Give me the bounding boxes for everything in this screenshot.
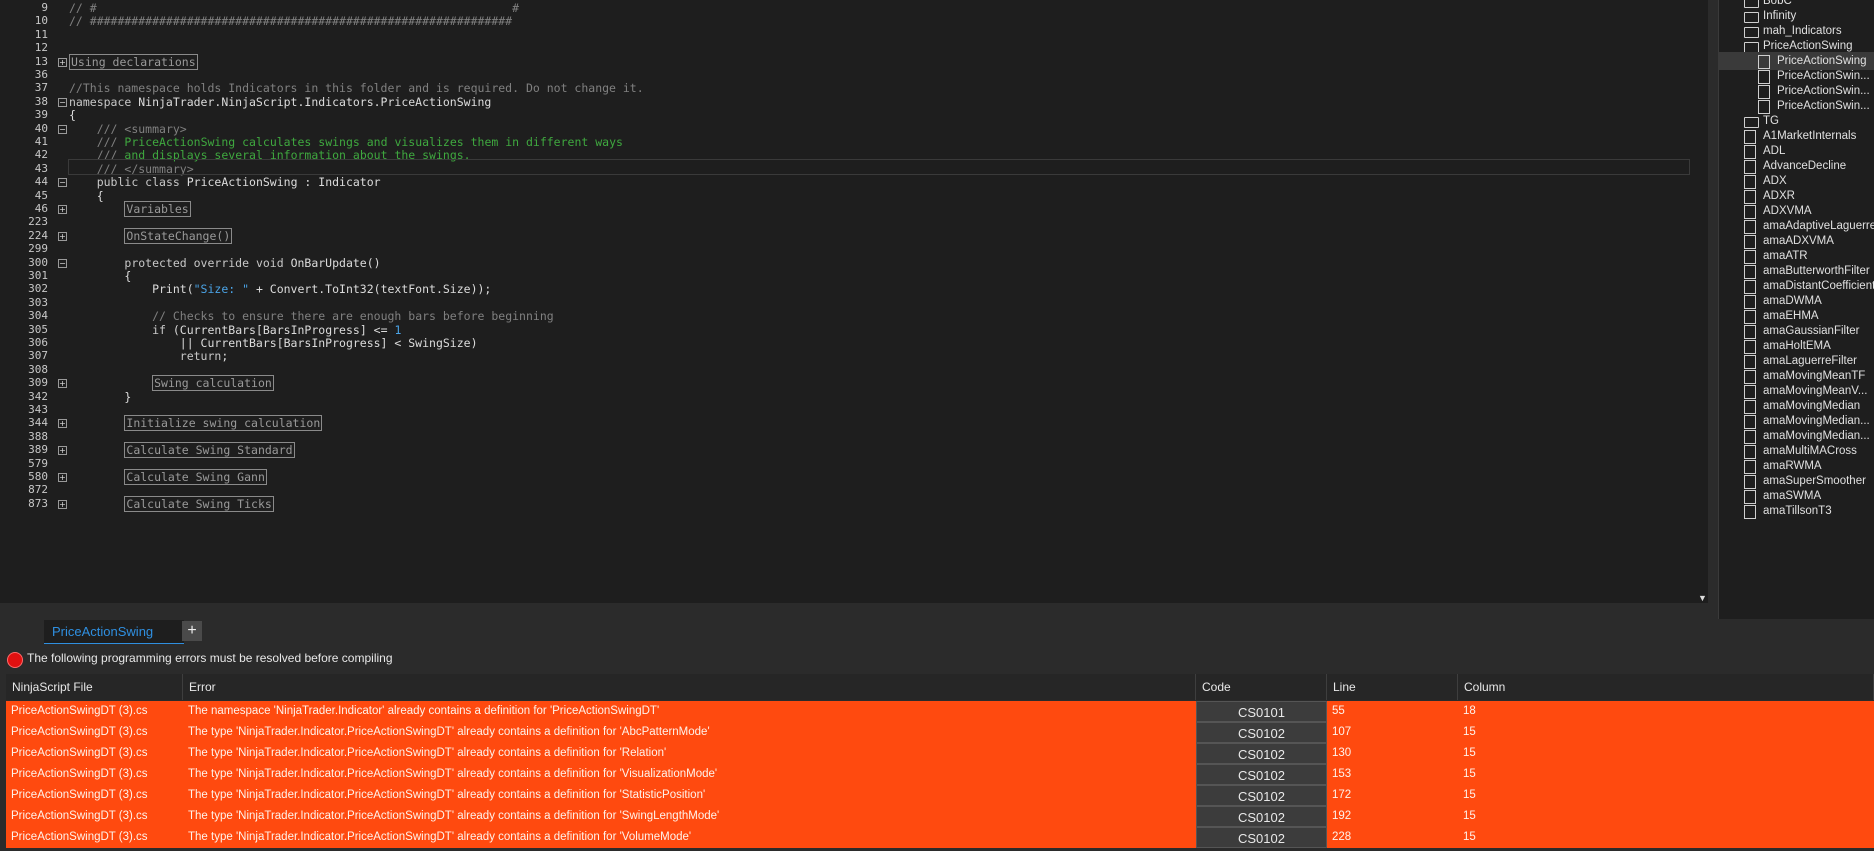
cell-column: 15 [1463,768,1476,780]
column-header-error[interactable]: Error [183,674,1196,700]
editor-tab-bar: PriceActionSwing + [0,619,1874,645]
cell-code: CS0102 [1196,722,1327,743]
error-grid: NinjaScript File Error Code Line Column … [6,674,1874,851]
table-row[interactable]: PriceActionSwingDT (3).cs The namespace '… [6,701,1874,722]
error-panel: The following programming errors must be… [0,644,1874,851]
cell-code: CS0102 [1196,827,1327,848]
cell-file: PriceActionSwingDT (3).cs [11,705,148,717]
cell-line: 107 [1332,726,1352,738]
cell-file: PriceActionSwingDT (3).cs [11,831,148,843]
error-message: The following programming errors must be… [27,651,393,665]
cell-column: 15 [1463,789,1476,801]
error-icon [7,652,23,668]
expand-region-icon[interactable]: + [58,473,67,482]
cell-code: CS0102 [1196,743,1327,764]
code-text: Calculate Swing Ticks [124,495,274,512]
column-header-line[interactable]: Line [1327,674,1458,700]
cell-line: 172 [1332,789,1352,801]
column-header-code[interactable]: Code [1196,674,1327,700]
tab-priceactionswing[interactable]: PriceActionSwing [44,620,184,645]
line-number: 873 [28,496,48,510]
cell-line: 192 [1332,810,1352,822]
cell-column: 18 [1463,705,1476,717]
cell-error: The type 'NinjaTrader.Indicator.PriceAct… [188,726,710,738]
cell-column: 15 [1463,747,1476,759]
collapse-region-icon[interactable]: − [58,97,67,107]
column-header-column[interactable]: Column [1458,674,1874,700]
ninjascript-explorer-tree[interactable]: BobC Infinity mah_Indicators PriceActionSwi… [1718,0,1874,619]
cell-line: 228 [1332,831,1352,843]
file-icon [1744,505,1756,519]
cell-error: The type 'NinjaTrader.Indicator.PriceAct… [188,831,692,843]
expand-region-icon[interactable]: + [58,57,67,67]
collapse-region-icon[interactable]: − [58,258,67,268]
tree-item-label: amaTillsonT3 [1763,505,1832,517]
expand-region-icon[interactable]: + [58,231,67,241]
cell-file: PriceActionSwingDT (3).cs [11,810,148,822]
collapse-region-icon[interactable]: − [58,124,67,134]
editor-vertical-scrollbar[interactable]: ▼ [1696,0,1708,603]
cell-code: CS0102 [1196,764,1327,785]
cell-error: The namespace 'NinjaTrader.Indicator' al… [188,705,660,717]
code-editor[interactable]: 9// # #10// ############################… [0,0,1708,619]
expand-region-icon[interactable]: + [58,446,67,456]
add-tab-button[interactable]: + [182,621,202,641]
cell-line: 153 [1332,768,1352,780]
cell-line: 55 [1332,705,1345,717]
expand-region-icon[interactable]: + [58,419,67,429]
expand-region-icon[interactable]: + [58,499,67,509]
column-header-file[interactable]: NinjaScript File [6,674,183,700]
cell-line: 130 [1332,747,1352,759]
cell-error: The type 'NinjaTrader.Indicator.PriceAct… [188,747,667,759]
cell-column: 15 [1463,810,1476,822]
cell-file: PriceActionSwingDT (3).cs [11,726,148,738]
table-row[interactable]: PriceActionSwingDT (3).cs The type 'Ninja… [6,806,1874,827]
current-line-highlight [68,159,1690,175]
table-row[interactable]: PriceActionSwingDT (3).cs The type 'Ninja… [6,785,1874,806]
cell-error: The type 'NinjaTrader.Indicator.PriceAct… [188,810,720,822]
expand-region-icon[interactable]: + [58,379,67,389]
table-row[interactable]: PriceActionSwingDT (3).cs The type 'Ninja… [6,722,1874,743]
cell-error: The type 'NinjaTrader.Indicator.PriceAct… [188,768,718,780]
code-line[interactable]: 873 + Calculate Swing Ticks [0,495,1700,512]
cell-column: 15 [1463,726,1476,738]
scroll-down-arrow-icon[interactable]: ▼ [1698,593,1707,603]
cell-file: PriceActionSwingDT (3).cs [11,789,148,801]
cell-file: PriceActionSwingDT (3).cs [11,768,148,780]
editor-horizontal-scrollbar[interactable] [0,603,1708,619]
table-row[interactable]: PriceActionSwingDT (3).cs The type 'Ninja… [6,827,1874,848]
cell-code: CS0102 [1196,806,1327,827]
expand-region-icon[interactable]: + [58,205,67,214]
collapse-region-icon[interactable]: − [58,178,67,188]
tree-file[interactable]: amaTillsonT3 [1719,502,1874,520]
cell-error: The type 'NinjaTrader.Indicator.PriceAct… [188,789,706,801]
cell-file: PriceActionSwingDT (3).cs [11,747,148,759]
table-row[interactable]: PriceActionSwingDT (3).cs The type 'Ninja… [6,764,1874,785]
table-row[interactable]: PriceActionSwingDT (3).cs The type 'Ninja… [6,743,1874,764]
cell-code: CS0101 [1196,701,1327,722]
cell-code: CS0102 [1196,785,1327,806]
cell-column: 15 [1463,831,1476,843]
